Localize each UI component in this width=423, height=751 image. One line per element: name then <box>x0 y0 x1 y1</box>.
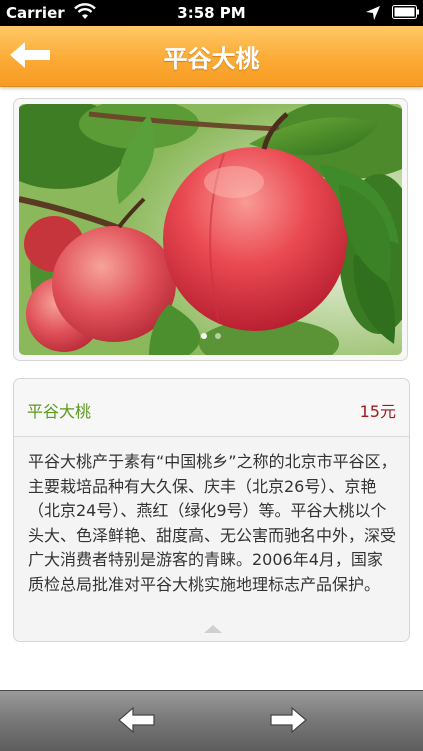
right-arrow-icon <box>270 706 307 734</box>
product-info-card: 平谷大桃 15元 平谷大桃产于素有“中国桃乡”之称的北京市平谷区，主要栽培品种有… <box>13 378 410 642</box>
location-arrow-icon <box>365 5 381 25</box>
collapse-arrow-icon[interactable] <box>204 625 222 633</box>
nav-bar: 平谷大桃 <box>0 26 423 87</box>
left-arrow-icon <box>118 706 155 734</box>
page-title: 平谷大桃 <box>163 45 260 73</box>
bottom-toolbar <box>0 690 423 751</box>
status-time: 3:58 PM <box>177 4 246 22</box>
page-dot <box>214 333 221 339</box>
status-bar: Carrier 3:58 PM <box>0 0 423 26</box>
photo-card <box>13 98 408 361</box>
page-indicator[interactable] <box>19 324 402 343</box>
peach-photo[interactable] <box>19 104 402 355</box>
previous-button[interactable] <box>117 705 157 735</box>
product-price: 15元 <box>359 402 396 421</box>
product-header: 平谷大桃 15元 <box>14 379 409 437</box>
page-dot-active <box>200 333 207 339</box>
battery-icon <box>392 5 420 24</box>
product-description: 平谷大桃产于素有“中国桃乡”之称的北京市平谷区，主要栽培品种有大久保、庆丰（北京… <box>28 452 397 594</box>
next-button[interactable] <box>268 705 308 735</box>
product-name: 平谷大桃 <box>27 402 92 421</box>
